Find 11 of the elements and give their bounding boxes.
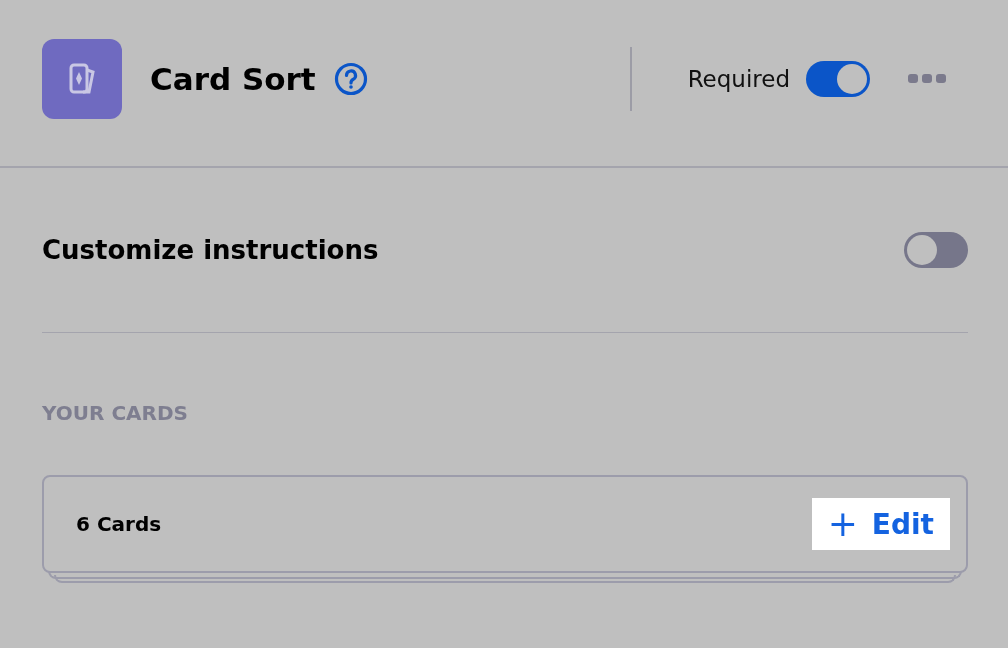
card-count: 6 Cards [76,512,162,536]
required-toggle[interactable] [806,61,870,97]
customize-toggle[interactable] [904,232,968,268]
edit-button[interactable]: + Edit [811,498,950,550]
customize-label: Customize instructions [42,235,379,265]
more-icon[interactable] [908,74,946,84]
help-icon[interactable] [333,62,368,96]
section-heading: YOUR CARDS [42,401,189,425]
cards-icon [42,39,122,119]
module-title: Card Sort [150,61,316,97]
required-label: Required [687,66,790,92]
